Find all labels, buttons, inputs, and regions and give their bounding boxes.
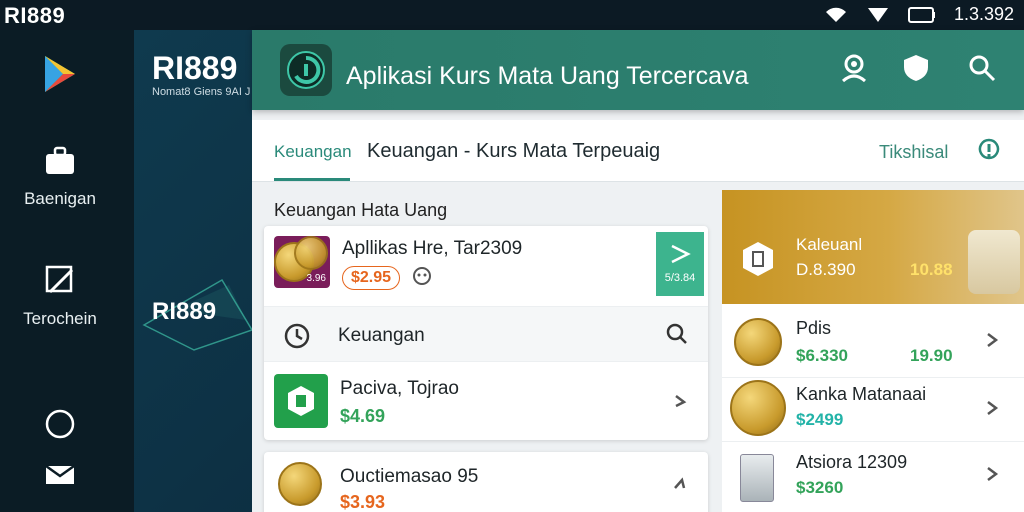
app-thumbnail <box>274 374 328 428</box>
profile-button[interactable] <box>838 54 870 86</box>
ad-tile[interactable]: 5/3.84 <box>656 232 704 296</box>
app-title: Aplikasi Kurs Mata Uang Tercercava <box>346 62 749 90</box>
item-price: $4.69 <box>340 406 386 426</box>
status-time: 1.3.392 <box>953 4 1014 24</box>
search-icon <box>968 54 996 87</box>
badge-icon <box>740 240 776 283</box>
tab-keuangan[interactable]: Keuangan <box>274 142 352 162</box>
background-subtitle: Nomat8 Giens 9AI J <box>152 86 251 98</box>
chevron-right-icon[interactable] <box>984 400 1000 416</box>
app-bar: Aplikasi Kurs Mata Uang Tercercava <box>252 30 1024 110</box>
search-row-label: Keuangan <box>338 325 425 346</box>
section-title: Keuangan Hata Uang <box>274 200 448 220</box>
search-button[interactable] <box>966 54 998 86</box>
list-item[interactable]: Atsiora 12309 $3260 <box>722 446 1024 512</box>
chevron-right-icon[interactable] <box>984 466 1000 482</box>
tab-bar: Keuangan Keuangan - Kurs Mata Terpeuaig … <box>252 120 1024 182</box>
side-panel: Kaleuanl D.8.390 10.88 Pdis $6.330 19.90… <box>722 190 1024 512</box>
promo-value: D.8.390 <box>796 260 856 279</box>
tab-tikshisal[interactable]: Tikshisal <box>879 142 948 163</box>
rail-item-circle[interactable] <box>0 408 120 445</box>
item-price: $3260 <box>796 478 844 497</box>
shield-icon <box>902 53 930 88</box>
wifi-icon <box>824 6 848 24</box>
coin-thumbnail <box>730 380 786 436</box>
item-name: Kanka Matanaai <box>796 384 927 404</box>
currency-card: Ouctiemasao 95 $3.93 <box>264 452 708 512</box>
list-item[interactable]: Pdis $6.330 19.90 <box>722 308 1024 378</box>
app-window: Aplikasi Kurs Mata Uang Tercercava Keuan… <box>252 30 1024 512</box>
battery-icon <box>907 6 936 23</box>
background-brand-secondary: RI889 <box>152 298 217 325</box>
item-name: Apllikas Hre, Tar2309 <box>342 238 523 259</box>
coin-thumbnail: 3.96 <box>274 236 330 288</box>
rail-label: Baenigan <box>24 189 96 208</box>
background-brand: RI889 <box>152 50 238 86</box>
rating-icon <box>412 266 432 291</box>
item-name: Pdis <box>796 318 832 338</box>
coin-thumbnail <box>278 462 322 506</box>
circle-icon <box>44 409 76 444</box>
briefcase-icon <box>44 146 76 180</box>
item-name: Atsiora 12309 <box>796 452 908 472</box>
item-price: $2499 <box>796 410 844 429</box>
rail-item-play-store[interactable] <box>0 54 120 99</box>
rail-label: Terochein <box>23 309 97 328</box>
list-item[interactable]: Paciva, Tojrao $4.69 <box>264 362 708 440</box>
item-price: $3.93 <box>340 492 386 512</box>
tab-indicator <box>274 178 350 181</box>
search-row[interactable]: Keuangan <box>264 306 708 362</box>
chevron-up-icon[interactable] <box>672 476 688 492</box>
status-bar: RI889 1.3.392 <box>0 0 1024 30</box>
clock-icon <box>284 323 310 354</box>
signal-icon <box>866 6 890 24</box>
promo-banner[interactable]: Kaleuanl D.8.390 10.88 <box>722 190 1024 304</box>
rail-item-terochein[interactable]: Terochein <box>0 264 120 329</box>
play-store-icon <box>41 56 79 98</box>
item-price: $6.330 <box>796 346 848 365</box>
item-price: $2.95 <box>342 266 401 290</box>
coin-thumbnail <box>734 318 782 366</box>
app-logo <box>280 44 332 96</box>
thumbnail-badge: 3.96 <box>306 273 326 284</box>
currency-card: 3.96 Apllikas Hre, Tar2309 $2.95 5/3.84 … <box>264 226 708 440</box>
list-item[interactable]: Kanka Matanaai $2499 <box>722 378 1024 442</box>
search-icon[interactable] <box>666 323 688 350</box>
list-item[interactable]: Ouctiemasao 95 $3.93 <box>264 452 708 512</box>
promo-title: Kaleuanl <box>796 235 863 254</box>
promo-value-secondary: 10.88 <box>910 260 953 279</box>
rail-item-mail[interactable] <box>0 464 120 491</box>
info-icon[interactable] <box>978 138 1000 162</box>
canister-thumbnail <box>740 454 774 502</box>
mail-icon <box>44 464 76 490</box>
item-name: Ouctiemasao 95 <box>340 466 479 487</box>
coin-stack-image <box>968 230 1020 294</box>
chevron-right-icon[interactable] <box>984 332 1000 348</box>
list-item[interactable]: 3.96 Apllikas Hre, Tar2309 $2.95 5/3.84 <box>264 226 708 306</box>
edit-icon <box>44 265 76 300</box>
rail-item-baenigan[interactable]: Baenigan <box>0 146 120 209</box>
user-icon <box>840 53 868 88</box>
tab-page-title: Keuangan - Kurs Mata Terpeuaig <box>367 140 661 162</box>
security-button[interactable] <box>900 54 932 86</box>
ad-tile-label: 5/3.84 <box>664 272 696 284</box>
nav-rail: Baenigan Terochein <box>0 30 134 512</box>
item-extra-value: 19.90 <box>910 346 953 365</box>
status-brand: RI889 <box>4 3 66 28</box>
status-icons: 1.3.392 <box>824 4 1014 25</box>
chevron-right-icon[interactable] <box>672 392 688 408</box>
item-name: Paciva, Tojrao <box>340 378 459 399</box>
